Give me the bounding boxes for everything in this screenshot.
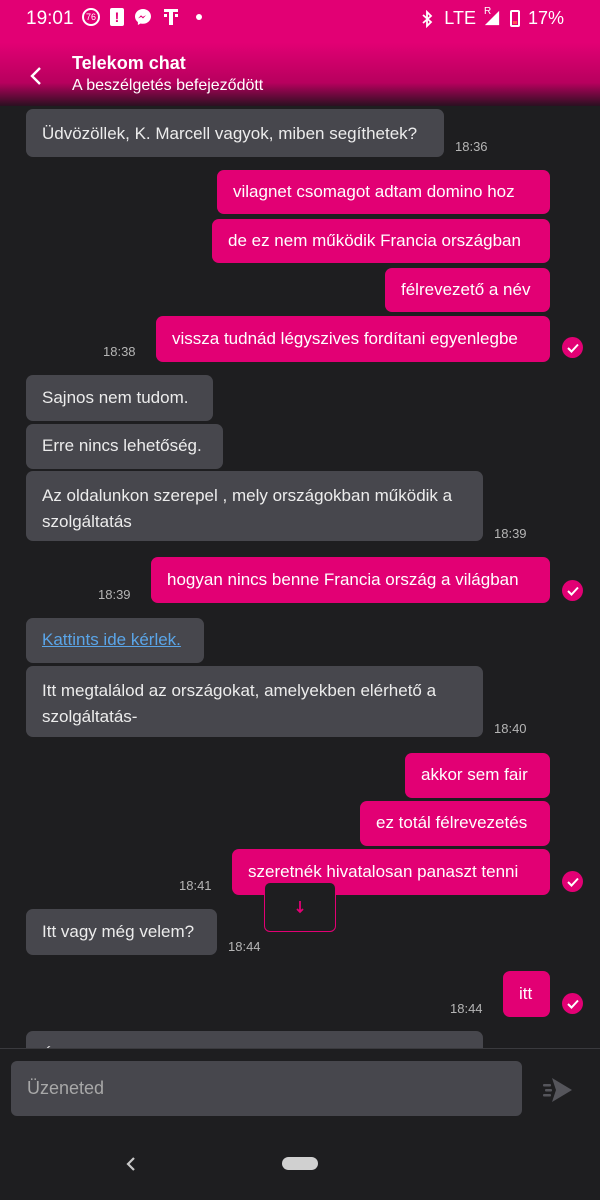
- message-time: 18:40: [494, 721, 527, 736]
- system-navigation-bar: [0, 1136, 600, 1200]
- messenger-icon: [134, 8, 152, 26]
- alert-icon: !: [110, 8, 124, 26]
- roaming-indicator: R: [483, 5, 492, 17]
- message-input[interactable]: [11, 1061, 522, 1116]
- battery-icon: [509, 10, 520, 27]
- system-back-button[interactable]: [120, 1152, 144, 1176]
- notification-count-icon: 76: [82, 8, 100, 26]
- message-incoming: Üdvözöllek, K. Marcell vagyok, miben seg…: [26, 109, 444, 157]
- arrow-down-icon: [296, 901, 304, 914]
- message-incoming: Erre nincs lehetőség.: [26, 424, 223, 469]
- system-home-pill[interactable]: [282, 1157, 318, 1170]
- message-time: 18:44: [228, 939, 261, 954]
- message-outgoing: akkor sem fair: [405, 753, 550, 798]
- chat-title: Telekom chat: [72, 53, 186, 73]
- more-notifications-icon: [196, 14, 202, 20]
- message-outgoing: itt: [503, 971, 550, 1017]
- app-header: 19:01 76 ! LTE R 17% Telekom chat A besz…: [0, 0, 600, 106]
- network-type: LTE: [444, 8, 476, 28]
- bluetooth-icon: [418, 9, 436, 28]
- battery-percent: 17%: [527, 8, 564, 28]
- read-check-icon: [562, 871, 583, 892]
- signal-icon: R: [484, 6, 502, 28]
- message-outgoing: ez totál félrevezetés: [360, 801, 550, 846]
- chevron-left-icon: [30, 67, 41, 85]
- countries-link[interactable]: Kattints ide kérlek.: [42, 630, 181, 649]
- message-outgoing: vilagnet csomagot adtam domino hoz: [217, 170, 550, 214]
- status-time: 19:01: [26, 8, 74, 29]
- message-outgoing: de ez nem működik Francia országban: [212, 219, 550, 263]
- message-incoming: Sajnos nem tudom.: [26, 375, 213, 421]
- message-time: 18:41: [179, 878, 212, 893]
- message-incoming-link: Kattints ide kérlek.: [26, 618, 204, 663]
- message-incoming: Itt megtalálod az országokat, amelyekben…: [26, 666, 483, 737]
- send-button[interactable]: [540, 1074, 576, 1106]
- message-time: 18:38: [103, 344, 136, 359]
- message-time: 18:39: [98, 587, 131, 602]
- message-time: 18:44: [450, 1001, 483, 1016]
- chat-status: A beszélgetés befejeződött: [72, 77, 264, 94]
- message-incoming: Az oldalunkon szerepel , mely országokba…: [26, 471, 483, 541]
- scroll-to-bottom-button[interactable]: [264, 882, 336, 932]
- composer-divider: [0, 1048, 600, 1049]
- message-outgoing: vissza tudnád légyszives fordítani egyen…: [156, 316, 550, 362]
- read-check-icon: [562, 337, 583, 358]
- back-button[interactable]: [20, 60, 52, 92]
- message-time: 18:36: [455, 139, 488, 154]
- chevron-left-icon: [126, 1157, 135, 1171]
- message-input-container[interactable]: [11, 1061, 522, 1116]
- message-outgoing: félrevezető a név: [385, 268, 550, 312]
- status-bar: 19:01 76 ! LTE R 17%: [0, 0, 600, 36]
- message-incoming: Ú...: [26, 1031, 483, 1048]
- read-check-icon: [562, 580, 583, 601]
- message-time: 18:39: [494, 526, 527, 541]
- message-outgoing: hogyan nincs benne Francia ország a vilá…: [151, 557, 550, 603]
- message-incoming: Itt vagy még velem?: [26, 909, 217, 955]
- read-check-icon: [562, 993, 583, 1014]
- send-icon: [543, 1078, 572, 1102]
- telekom-t-icon: [162, 8, 180, 26]
